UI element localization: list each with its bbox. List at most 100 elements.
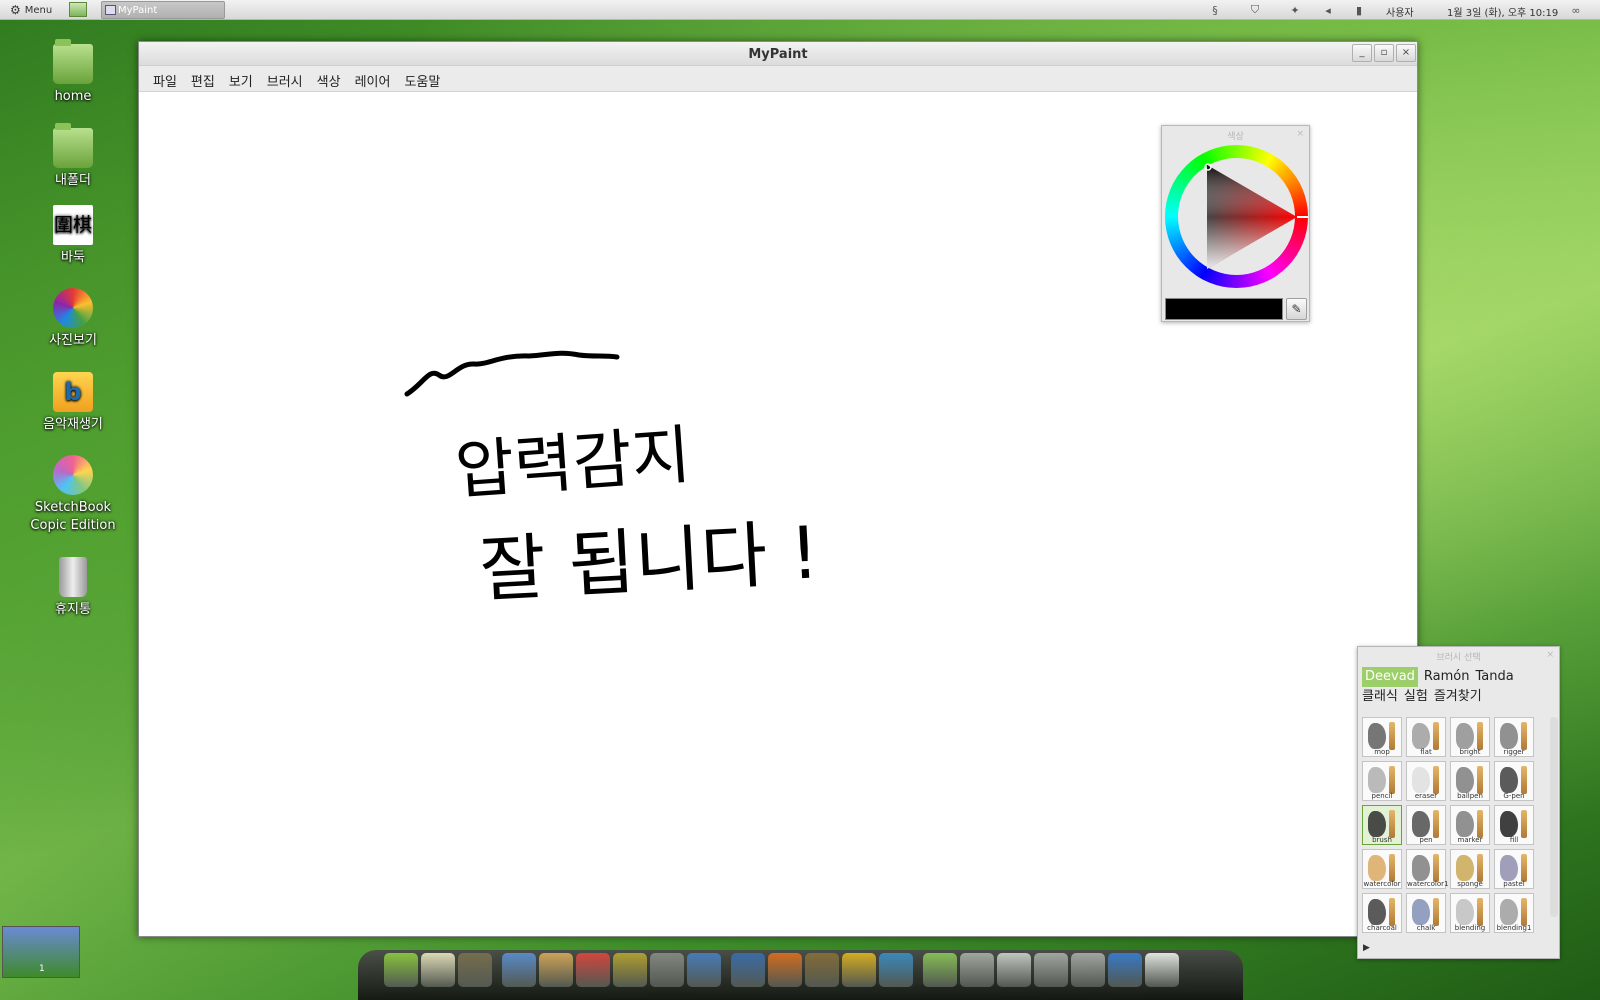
brush-pastel[interactable]: pastel [1494,849,1534,889]
close-icon[interactable]: × [1296,129,1304,139]
butterfly-icon[interactable]: ✦ [1287,2,1303,18]
user-menu[interactable]: 사용자 [1386,4,1414,19]
archive-icon[interactable] [842,953,876,987]
mortar-icon[interactable] [805,953,839,987]
brush-preview-stroke [1456,767,1474,793]
accessibility-icon[interactable] [1108,953,1142,987]
show-desktop-icon[interactable] [69,2,87,17]
search-icon[interactable] [997,953,1031,987]
battery-icon[interactable]: ▮ [1351,2,1367,18]
brush-panel-title: 브러시 선택 [1436,653,1481,663]
desktop-icon-sketchbook[interactable]: SketchBook Copic Edition [18,455,128,535]
picasa-icon [53,288,93,328]
menu-help[interactable]: 도움말 [397,66,447,91]
brush-charcoal[interactable]: charcoal [1362,893,1402,933]
brush-bright[interactable]: bright [1450,717,1490,757]
menu-brush[interactable]: 브러시 [260,66,310,91]
workspace-number: 1 [39,964,45,974]
menu-edit[interactable]: 편집 [184,66,222,91]
photo-wallpaper-icon[interactable] [613,953,647,987]
volume-icon[interactable]: ◂ [1320,2,1336,18]
text-editor-icon[interactable] [421,953,455,987]
brush-marker[interactable]: marker [1450,805,1490,845]
brush-name: blending1 [1496,924,1532,932]
eyedropper-icon: ✎ [1291,302,1302,316]
picasa-icon[interactable] [576,953,610,987]
desktop-icon-home[interactable]: home [18,39,128,106]
pictures-folder-icon[interactable] [1071,953,1105,987]
brush-blending1[interactable]: blending1 [1494,893,1534,933]
brush-tool-icon [1521,898,1527,926]
brush-blending[interactable]: blending [1450,893,1490,933]
workspace-switcher[interactable]: 1 [2,926,80,978]
brush-group-classic[interactable]: 클래식 [1362,687,1398,707]
desktop-icon-photo-viewer[interactable]: 사진보기 [18,288,128,350]
brush-flat[interactable]: flat [1406,717,1446,757]
brush-sponge[interactable]: sponge [1450,849,1490,889]
window-titlebar[interactable]: MyPaint _ ▫ × [139,42,1417,66]
maximize-button[interactable]: ▫ [1374,44,1394,62]
desktop-icon-baduk[interactable]: 圍棋 바둑 [18,205,128,267]
brush-watercolor[interactable]: watercolor [1362,849,1402,889]
eyedropper-button[interactable]: ✎ [1286,298,1307,320]
calculator-icon[interactable] [650,953,684,987]
downloads-folder-icon[interactable] [1034,953,1068,987]
close-button[interactable]: × [1396,44,1416,62]
infinity-icon[interactable]: ∞ [1568,2,1584,18]
thunderbird-icon[interactable] [731,953,765,987]
brush-pen[interactable]: pen [1406,805,1446,845]
home-folder-icon[interactable] [923,953,957,987]
brush-name: chalk [1416,924,1436,932]
brush-group-deevad[interactable]: Deevad [1362,667,1418,687]
brush-name: marker [1457,836,1483,844]
update-manager-icon[interactable]: § [1207,2,1223,18]
brush-brush[interactable]: brush [1362,805,1402,845]
brush-group-ramon[interactable]: Ramón [1424,667,1470,687]
mypaint-icon[interactable] [502,953,536,987]
brush-preview-stroke [1500,723,1518,749]
brush-ballpen[interactable]: ballpen [1450,761,1490,801]
mint-menu-icon[interactable] [384,953,418,987]
clock[interactable]: 1월 3일 (화), 오후 10:19 [1447,4,1558,19]
expander-arrow-icon[interactable]: ▶ [1363,943,1370,953]
image-viewer-icon[interactable] [539,953,573,987]
brush-name: charcoal [1367,924,1397,932]
brush-group-tanda[interactable]: Tanda [1476,667,1514,687]
close-icon[interactable]: × [1546,650,1554,660]
minimize-button[interactable]: _ [1352,44,1372,62]
taskbar-item-mypaint[interactable]: MyPaint [101,1,225,19]
brush-group-favorites[interactable]: 즐겨찾기 [1434,687,1482,707]
brush-watercolor1[interactable]: watercolor1 [1406,849,1448,889]
menu-layer[interactable]: 레이어 [348,66,398,91]
writer-icon[interactable] [687,953,721,987]
menu-file[interactable]: 파일 [146,66,184,91]
brush-name: blending [1454,924,1486,932]
documents-folder-icon[interactable] [960,953,994,987]
desktop-icon-music-player[interactable]: b 음악재생기 [18,372,128,434]
dock [358,950,1243,1000]
menu-view[interactable]: 보기 [222,66,260,91]
brush-group-experimental[interactable]: 실험 [1404,687,1428,707]
firefox-icon[interactable] [768,953,802,987]
brush-pencil[interactable]: pencil [1362,761,1402,801]
brush-preview-stroke [1412,855,1430,881]
brush-g-pen[interactable]: G-pen [1494,761,1534,801]
desktop-icon-trash[interactable]: 휴지통 [18,557,128,619]
brush-name: rigger [1503,748,1525,756]
brush-scrollbar[interactable] [1550,717,1558,917]
desktop-icon-label: 사진보기 [49,333,97,348]
device-icon[interactable] [1145,953,1179,987]
brush-eraser[interactable]: eraser [1406,761,1446,801]
brush-fill[interactable]: fill [1494,805,1534,845]
aperture-icon[interactable] [879,953,913,987]
handwriting-line1: 압력감지 [453,419,693,509]
brush-mop[interactable]: mop [1362,717,1402,757]
main-menu-button[interactable]: ⚙ Menu [10,2,52,18]
gimp-icon[interactable] [458,953,492,987]
shield-icon[interactable]: ⛉ [1247,2,1263,18]
desktop-icon-my-folder[interactable]: 내폴더 [18,123,128,190]
brush-chalk[interactable]: chalk [1406,893,1446,933]
brush-rigger[interactable]: rigger [1494,717,1534,757]
menu-color[interactable]: 색상 [310,66,348,91]
saturation-value-triangle[interactable] [1165,145,1308,288]
